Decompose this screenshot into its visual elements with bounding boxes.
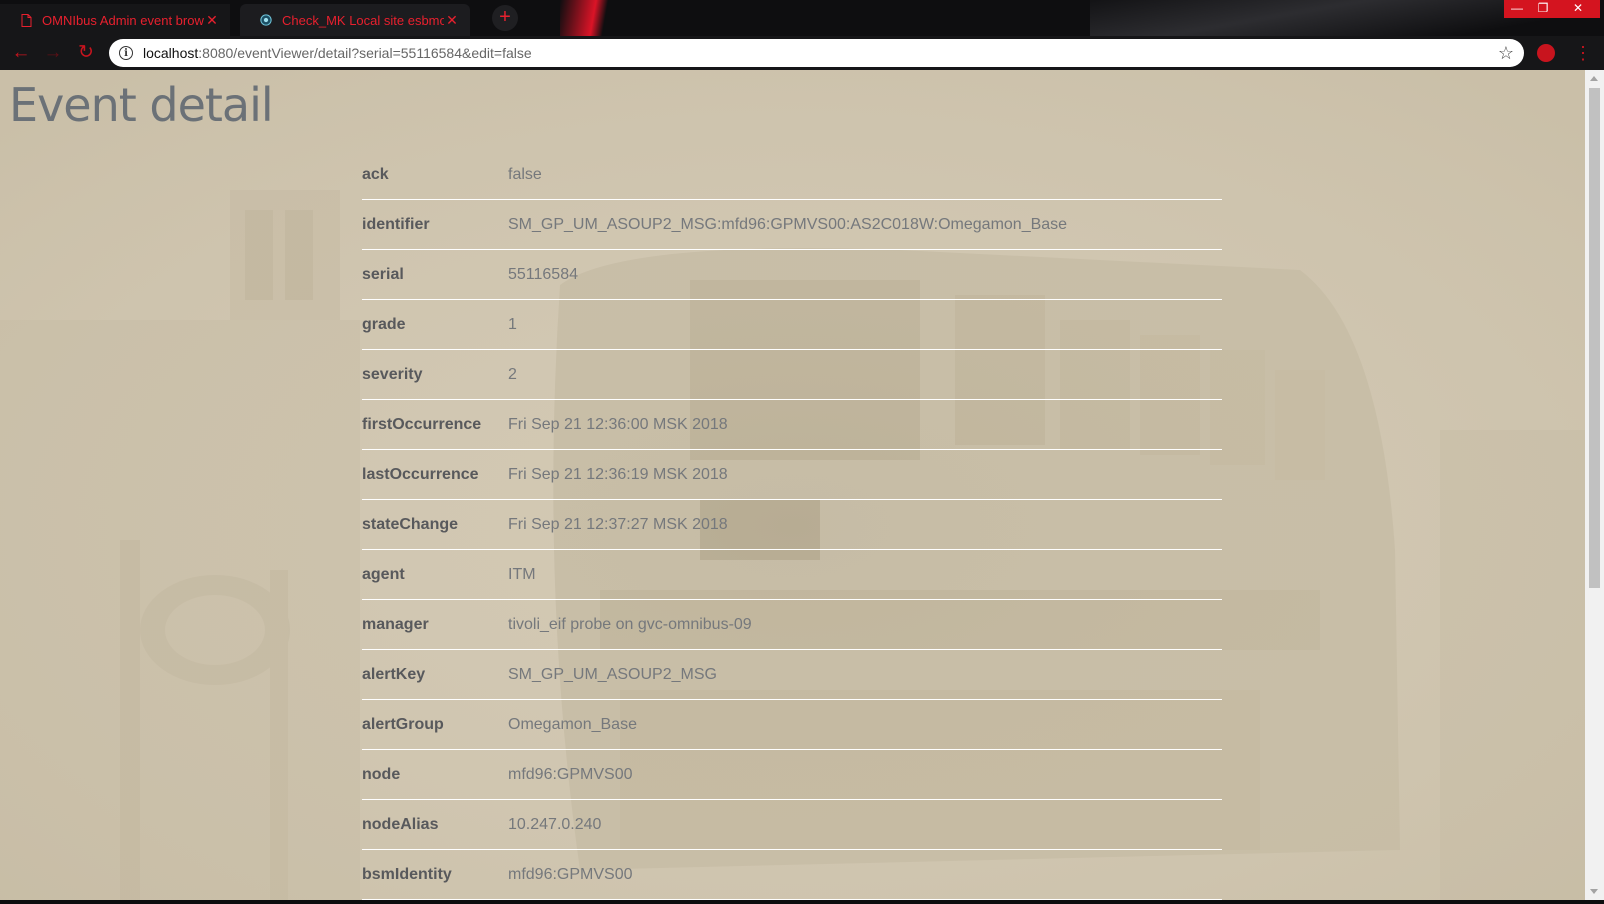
new-tab-button[interactable]: +: [492, 5, 518, 31]
tab-title: Check_MK Local site esbmon: [282, 12, 444, 28]
field-value: 55116584: [508, 266, 578, 283]
more-menu-icon[interactable]: ⋮: [1574, 42, 1592, 64]
detail-row-statechange: stateChange Fri Sep 21 12:37:27 MSK 2018: [362, 500, 1222, 550]
tab-title: OMNIbus Admin event browse: [42, 12, 204, 28]
page-title: Event detail: [9, 78, 274, 132]
back-arrow-icon[interactable]: ←: [10, 42, 32, 64]
field-label: stateChange: [362, 516, 459, 533]
field-label: alertKey: [362, 666, 426, 683]
field-value: mfd96:GPMVS00: [508, 766, 633, 783]
field-label: nodeAlias: [362, 816, 439, 833]
address-bar[interactable]: i localhost:8080/eventViewer/detail?seri…: [109, 39, 1524, 67]
bookmark-star-icon[interactable]: ☆: [1498, 43, 1514, 64]
detail-row-firstoccurrence: firstOccurrence Fri Sep 21 12:36:00 MSK …: [362, 400, 1222, 450]
field-label: lastOccurrence: [362, 466, 479, 483]
field-value: Fri Sep 21 12:36:00 MSK 2018: [508, 416, 728, 433]
detail-row-identifier: identifier SM_GP_UM_ASOUP2_MSG:mfd96:GPM…: [362, 200, 1222, 250]
reload-icon[interactable]: ↻: [75, 42, 97, 64]
detail-row-alertgroup: alertGroup Omegamon_Base: [362, 700, 1222, 750]
field-value: 10.247.0.240: [508, 816, 602, 833]
scroll-up-arrow-icon[interactable]: [1590, 76, 1598, 81]
site-info-icon[interactable]: i: [119, 46, 133, 60]
detail-row-ack: ack false: [362, 150, 1222, 200]
url-text[interactable]: localhost:8080/eventViewer/detail?serial…: [143, 45, 1498, 61]
vertical-scrollbar[interactable]: [1585, 70, 1604, 900]
field-label: severity: [362, 366, 423, 383]
field-label: grade: [362, 316, 406, 333]
field-value: Omegamon_Base: [508, 716, 637, 733]
detail-row-agent: agent ITM: [362, 550, 1222, 600]
field-value: SM_GP_UM_ASOUP2_MSG:mfd96:GPMVS00:AS2C01…: [508, 216, 1068, 233]
close-window-icon[interactable]: ✕: [1556, 0, 1600, 18]
detail-row-manager: manager tivoli_eif probe on gvc-omnibus-…: [362, 600, 1222, 650]
checkmk-icon: [260, 13, 272, 27]
field-label: ack: [362, 166, 389, 183]
field-label: bsmIdentity: [362, 866, 452, 883]
field-value: mfd96:GPMVS00: [508, 866, 633, 883]
field-value: 1: [508, 316, 517, 333]
maximize-window-icon[interactable]: ❐: [1530, 0, 1556, 18]
field-label: node: [362, 766, 401, 783]
detail-row-alertkey: alertKey SM_GP_UM_ASOUP2_MSG: [362, 650, 1222, 700]
close-tab-icon[interactable]: ✕: [444, 12, 460, 29]
event-detail-list: ack false identifier SM_GP_UM_ASOUP2_MSG…: [362, 150, 1222, 900]
profile-avatar-icon[interactable]: [1537, 44, 1555, 62]
tab-strip: OMNIbus Admin event browse ✕ Check_MK Lo…: [0, 0, 1604, 36]
detail-row-node: node mfd96:GPMVS00: [362, 750, 1222, 800]
background-red-streak: [560, 0, 630, 36]
field-value: Fri Sep 21 12:36:19 MSK 2018: [508, 466, 728, 483]
tab-checkmk[interactable]: Check_MK Local site esbmon ✕: [240, 4, 470, 36]
field-label: identifier: [362, 216, 430, 233]
field-label: firstOccurrence: [362, 416, 482, 433]
forward-arrow-icon[interactable]: →: [42, 42, 64, 64]
detail-row-nodealias: nodeAlias 10.247.0.240: [362, 800, 1222, 850]
tab-omnibus-admin[interactable]: OMNIbus Admin event browse ✕: [0, 4, 230, 36]
field-value: false: [508, 166, 542, 183]
detail-row-bsmidentity: bsmIdentity mfd96:GPMVS00: [362, 850, 1222, 900]
field-value: Fri Sep 21 12:37:27 MSK 2018: [508, 516, 728, 533]
browser-toolbar: ← → ↻ i localhost:8080/eventViewer/detai…: [0, 36, 1604, 70]
field-label: agent: [362, 566, 405, 583]
field-label: manager: [362, 616, 429, 633]
scrollbar-thumb[interactable]: [1589, 88, 1600, 588]
field-label: serial: [362, 266, 404, 283]
detail-row-serial: serial 55116584: [362, 250, 1222, 300]
detail-row-severity: severity 2: [362, 350, 1222, 400]
field-value: SM_GP_UM_ASOUP2_MSG: [508, 666, 717, 683]
scroll-down-arrow-icon[interactable]: [1590, 889, 1598, 894]
page-content: Event detail ack false identifier SM_GP_…: [0, 70, 1585, 900]
field-label: alertGroup: [362, 716, 444, 733]
close-tab-icon[interactable]: ✕: [204, 12, 220, 29]
field-value: tivoli_eif probe on gvc-omnibus-09: [508, 616, 752, 633]
detail-row-lastoccurrence: lastOccurrence Fri Sep 21 12:36:19 MSK 2…: [362, 450, 1222, 500]
field-value: 2: [508, 366, 517, 383]
minimize-window-icon[interactable]: —: [1504, 0, 1530, 18]
field-value: ITM: [508, 566, 536, 583]
detail-row-grade: grade 1: [362, 300, 1222, 350]
document-icon: [20, 13, 32, 27]
